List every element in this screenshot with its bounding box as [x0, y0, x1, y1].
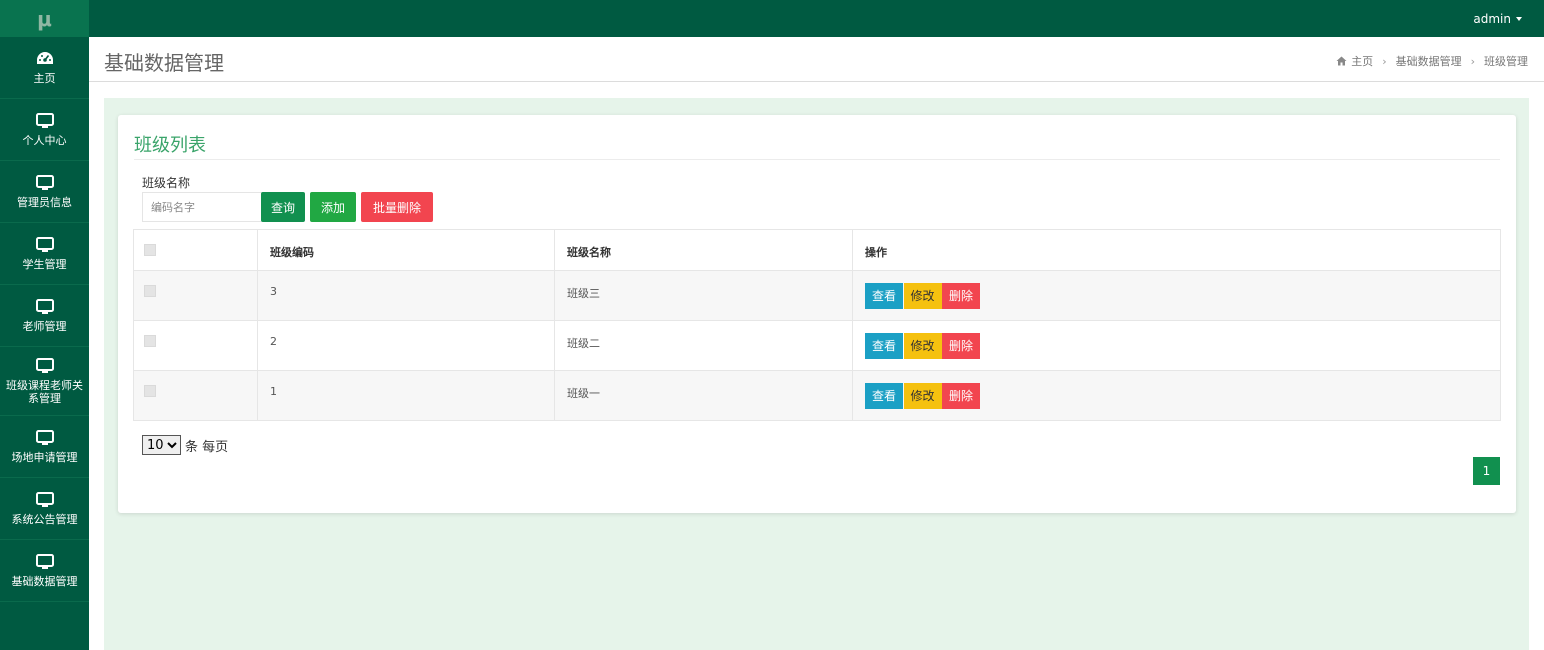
chevron-right-icon: › — [1382, 54, 1387, 68]
table-row: 3 班级三 查看 修改 删除 — [133, 270, 1501, 321]
delete-button[interactable]: 删除 — [942, 333, 981, 359]
monitor-icon — [35, 298, 54, 314]
sidebar-item-label: 基础数据管理 — [11, 574, 78, 588]
row-select-cell — [133, 320, 258, 371]
sidebar-item-venue-applications[interactable]: 场地申请管理 — [0, 416, 89, 478]
class-name-cell: 班级二 — [554, 320, 853, 371]
page-header: 基础数据管理 主页 › 基础数据管理 › 班级管理 — [89, 37, 1544, 82]
table-header-row: 班级编码 班级名称 操作 — [133, 229, 1501, 271]
add-button[interactable]: 添加 — [310, 192, 356, 222]
caret-down-icon — [1516, 16, 1522, 21]
sidebar-item-personal-center[interactable]: 个人中心 — [0, 99, 89, 161]
breadcrumb-home[interactable]: 主页 — [1351, 53, 1373, 69]
page-title: 基础数据管理 — [104, 51, 224, 75]
monitor-icon — [35, 174, 54, 190]
sidebar-item-announcements[interactable]: 系统公告管理 — [0, 478, 89, 540]
dashboard-icon — [36, 51, 53, 64]
view-button[interactable]: 查看 — [865, 333, 904, 359]
sidebar-item-label: 系统公告管理 — [11, 512, 78, 526]
edit-button[interactable]: 修改 — [903, 283, 942, 309]
sidebar-item-label: 管理员信息 — [17, 195, 72, 209]
sidebar-item-label: 学生管理 — [22, 257, 67, 271]
edit-button[interactable]: 修改 — [903, 383, 942, 409]
row-checkbox[interactable] — [144, 385, 156, 397]
monitor-icon — [35, 112, 54, 128]
delete-button[interactable]: 删除 — [942, 283, 981, 309]
select-all-checkbox[interactable] — [144, 244, 156, 256]
monitor-icon — [35, 429, 54, 445]
row-checkbox[interactable] — [144, 335, 156, 347]
class-code-cell: 3 — [257, 270, 555, 321]
class-code-cell: 1 — [257, 370, 555, 421]
sidebar-item-students[interactable]: 学生管理 — [0, 223, 89, 285]
chevron-right-icon: › — [1470, 54, 1475, 68]
sidebar-item-label: 老师管理 — [22, 319, 67, 333]
page-size-suffix: 条 每页 — [185, 439, 229, 455]
sidebar-item-admin-info[interactable]: 管理员信息 — [0, 161, 89, 223]
class-code-cell: 2 — [257, 320, 555, 371]
pagination-page-button[interactable]: 1 — [1473, 457, 1500, 485]
sidebar-item-label: 主页 — [33, 71, 56, 85]
row-checkbox[interactable] — [144, 285, 156, 297]
page-size-control: 10 条 每页 — [142, 435, 228, 455]
home-icon — [1336, 56, 1347, 66]
page-size-select[interactable]: 10 — [142, 435, 181, 455]
query-button[interactable]: 查询 — [261, 192, 305, 222]
row-select-cell — [133, 370, 258, 421]
delete-button[interactable]: 删除 — [942, 383, 981, 409]
table-row: 1 班级一 查看 修改 删除 — [133, 370, 1501, 421]
user-name: admin — [1473, 11, 1511, 26]
class-name-search-input[interactable] — [142, 192, 272, 222]
actions-cell: 查看 修改 删除 — [852, 270, 1501, 321]
view-button[interactable]: 查看 — [865, 283, 904, 309]
card-title: 班级列表 — [134, 135, 206, 156]
sidebar-item-label: 场地申请管理 — [11, 450, 78, 464]
breadcrumb-base-data[interactable]: 基础数据管理 — [1396, 53, 1462, 69]
user-menu[interactable]: admin — [1473, 0, 1522, 37]
sidebar-item-home[interactable]: 主页 — [0, 37, 89, 99]
sidebar-item-class-course-teacher[interactable]: 班级课程老师关系管理 — [0, 347, 89, 416]
breadcrumb: 主页 › 基础数据管理 › 班级管理 — [1336, 53, 1528, 69]
sidebar-item-label: 班级课程老师关系管理 — [6, 378, 83, 405]
sidebar: 主页 个人中心 管理员信息 学生管理 老师管理 班级课程老师关系管理 场地申请管… — [0, 37, 89, 650]
sidebar-item-label: 个人中心 — [22, 133, 67, 147]
actions-cell: 查看 修改 删除 — [852, 320, 1501, 371]
divider — [134, 159, 1500, 160]
column-header-code: 班级编码 — [257, 229, 555, 271]
top-bar: μ admin — [0, 0, 1544, 37]
monitor-icon — [35, 357, 54, 373]
class-table: 班级编码 班级名称 操作 3 班级三 查看 修改 删除 2 班级二 查看 修改 … — [133, 229, 1501, 421]
class-name-cell: 班级三 — [554, 270, 853, 321]
actions-cell: 查看 修改 删除 — [852, 370, 1501, 421]
monitor-icon — [35, 491, 54, 507]
monitor-icon — [35, 553, 54, 569]
row-select-cell — [133, 270, 258, 321]
edit-button[interactable]: 修改 — [903, 333, 942, 359]
monitor-icon — [35, 236, 54, 252]
column-header-name: 班级名称 — [554, 229, 853, 271]
column-header-actions: 操作 — [852, 229, 1501, 271]
view-button[interactable]: 查看 — [865, 383, 904, 409]
select-all-cell — [133, 229, 258, 271]
class-name-cell: 班级一 — [554, 370, 853, 421]
sidebar-item-base-data[interactable]: 基础数据管理 — [0, 540, 89, 602]
sidebar-item-teachers[interactable]: 老师管理 — [0, 285, 89, 347]
breadcrumb-current: 班级管理 — [1484, 55, 1528, 68]
class-list-card: 班级列表 班级名称 查询 添加 批量删除 班级编码 班级名称 操作 3 班级三 — [118, 115, 1516, 513]
table-row: 2 班级二 查看 修改 删除 — [133, 320, 1501, 371]
filter-label: 班级名称 — [142, 176, 191, 190]
batch-delete-button[interactable]: 批量删除 — [361, 192, 433, 222]
app-logo[interactable]: μ — [0, 0, 89, 37]
